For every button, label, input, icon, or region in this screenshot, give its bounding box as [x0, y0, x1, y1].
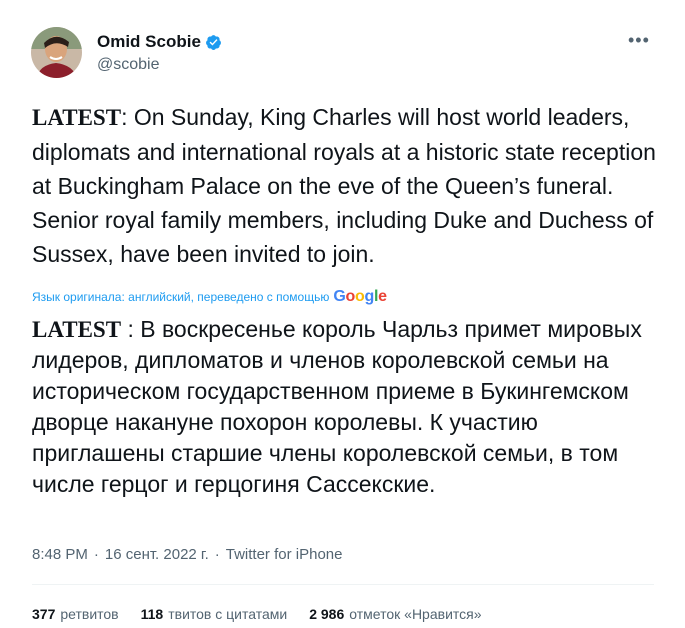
avatar-image: [31, 27, 82, 78]
tweet-body: : On Sunday, King Charles will host worl…: [32, 104, 656, 267]
author-name[interactable]: Omid Scobie: [97, 32, 201, 52]
tweet-text-translated: LATEST : В воскресенье король Чарльз при…: [32, 314, 662, 500]
likes-count: 2 986: [309, 606, 345, 622]
likes-label: отметок «Нравится»: [349, 606, 482, 622]
tweet-translated-bold-prefix: LATEST: [32, 317, 122, 342]
tweet-text-original: LATEST: On Sunday, King Charles will hos…: [32, 100, 662, 271]
quotes-label: твитов с цитатами: [168, 606, 288, 622]
tweet-meta: 8:48 PM · 16 сент. 2022 г. · Twitter for…: [32, 546, 342, 563]
google-logo: Google: [333, 288, 387, 305]
tweet-time[interactable]: 8:48 PM: [32, 546, 88, 563]
quotes-count: 118: [140, 606, 164, 622]
tweet-stats: 377 ретвитов 118 твитов с цитатами 2 986…: [32, 606, 482, 622]
tweet-bold-prefix: LATEST: [32, 105, 122, 130]
retweets-count: 377: [32, 606, 56, 622]
divider: [32, 584, 654, 585]
tweet-source[interactable]: Twitter for iPhone: [226, 546, 343, 563]
likes-stat[interactable]: 2 986 отметок «Нравится»: [309, 606, 481, 622]
tweet-translated-body: : В воскресенье король Чарльз примет мир…: [32, 316, 642, 497]
meta-separator: ·: [214, 546, 220, 563]
retweets-stat[interactable]: 377 ретвитов: [32, 606, 119, 622]
retweets-label: ретвитов: [60, 606, 119, 622]
translation-note-label: Язык оригинала: английский, переведено с…: [32, 290, 330, 304]
more-options-icon[interactable]: •••: [628, 30, 650, 51]
meta-separator: ·: [93, 546, 99, 563]
translation-note[interactable]: Язык оригинала: английский, переведено с…: [32, 288, 387, 306]
tweet-date[interactable]: 16 сент. 2022 г.: [105, 546, 209, 563]
verified-badge-icon: [205, 34, 221, 50]
quotes-stat[interactable]: 118 твитов с цитатами: [141, 606, 288, 622]
author-handle[interactable]: @scobie: [97, 56, 160, 74]
author-name-row[interactable]: Omid Scobie: [97, 32, 222, 52]
tweet: Omid Scobie @scobie ••• LATEST: On Sunda…: [0, 0, 685, 628]
avatar[interactable]: [31, 27, 82, 78]
